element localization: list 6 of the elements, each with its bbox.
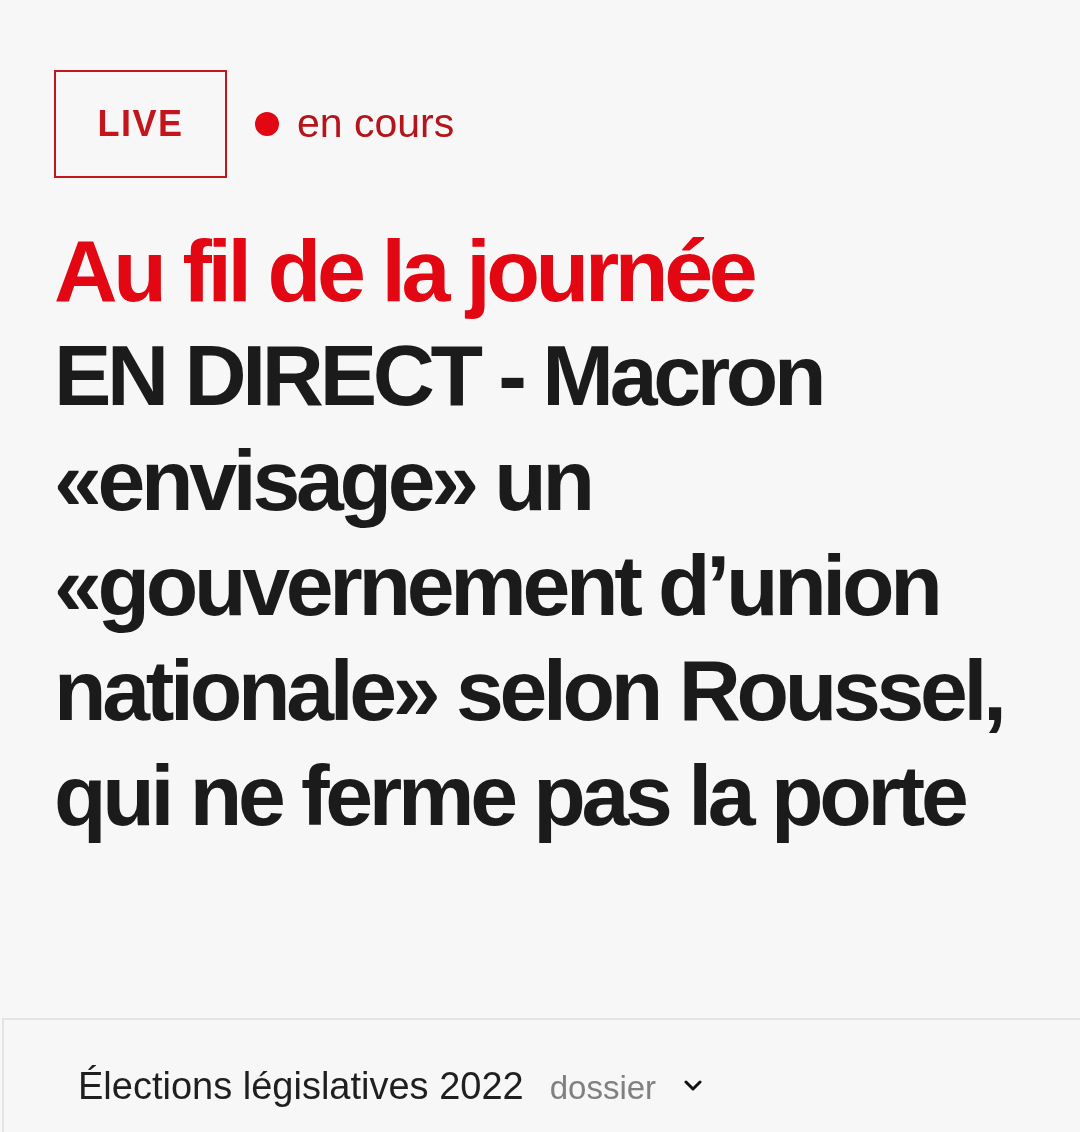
dossier-bar[interactable]: Élections législatives 2022 dossier (2, 1018, 1080, 1132)
headline: EN DIRECT - Macron «envisage» un «gouvernement d’union nationale» selon Roussel, qui ne ferme pas la porte (54, 326, 1004, 845)
live-dot-icon (255, 112, 279, 136)
live-badge: LIVE (54, 70, 227, 178)
status-text: en cours (297, 99, 455, 149)
kicker-title: Au fil de la journée (54, 220, 755, 322)
